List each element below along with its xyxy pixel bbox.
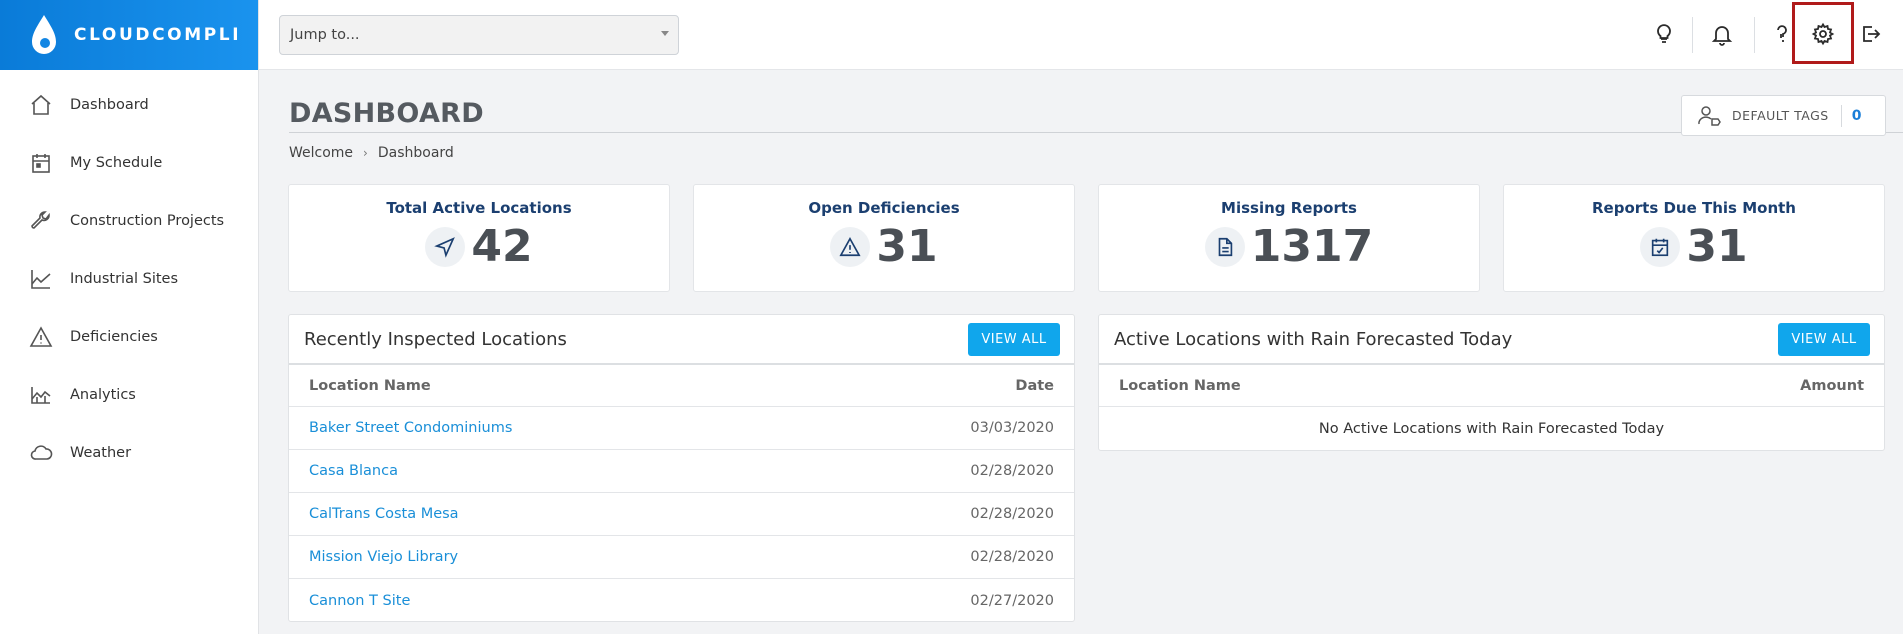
chevron-down-icon (661, 31, 669, 36)
empty-state-message: No Active Locations with Rain Forecasted… (1318, 420, 1665, 437)
view-all-rain-button[interactable]: VIEW ALL (1778, 322, 1870, 356)
sidebar-item-label: Construction Projects (70, 213, 225, 229)
stat-value: 1317 (1250, 221, 1374, 272)
inspection-date: 02/27/2020 (970, 592, 1054, 609)
breadcrumb: Welcome › Dashboard (289, 145, 454, 161)
jump-to-value: Jump to... (290, 27, 360, 43)
bell-icon[interactable] (1702, 14, 1742, 54)
sidebar-item-label: My Schedule (70, 155, 163, 171)
sidebar-item-industrial-sites[interactable]: Industrial Sites (0, 250, 258, 308)
warning-icon (28, 324, 54, 350)
lightbulb-icon[interactable] (1644, 14, 1684, 54)
toolbar-divider (1754, 17, 1755, 53)
document-icon (1204, 227, 1245, 267)
title-divider (289, 132, 1903, 133)
breadcrumb-dashboard: Dashboard (377, 145, 454, 161)
table-row: Cannon T Site 02/27/2020 (289, 579, 1074, 622)
chevron-right-icon: › (363, 146, 368, 160)
sidebar-item-construction-projects[interactable]: Construction Projects (0, 192, 258, 250)
table-row: Baker Street Condominiums 03/03/2020 (289, 407, 1074, 450)
stat-title: Total Active Locations (386, 199, 572, 217)
sidebar-item-weather[interactable]: Weather (0, 424, 258, 482)
table-row: Mission Viejo Library 02/28/2020 (289, 536, 1074, 579)
recent-locations-panel: Recently Inspected Locations VIEW ALL Lo… (288, 314, 1075, 622)
rain-forecast-panel: Active Locations with Rain Forecasted To… (1098, 314, 1885, 451)
location-link[interactable]: CalTrans Costa Mesa (309, 506, 459, 522)
stat-title: Missing Reports (1221, 199, 1357, 217)
home-icon (28, 92, 54, 118)
table-row: Casa Blanca 02/28/2020 (289, 450, 1074, 493)
stat-card-total-active-locations[interactable]: Total Active Locations 42 (288, 184, 670, 292)
table-header: Location Name Date (289, 365, 1074, 407)
stat-card-reports-due-this-month[interactable]: Reports Due This Month 31 (1503, 184, 1885, 292)
calendar-icon (28, 150, 54, 176)
column-header-amount[interactable]: Amount (1800, 378, 1864, 394)
toolbar-divider (1692, 17, 1693, 53)
location-link[interactable]: Baker Street Condominiums (309, 420, 512, 436)
breadcrumb-welcome[interactable]: Welcome (289, 145, 353, 161)
location-link[interactable]: Casa Blanca (309, 463, 398, 479)
sidebar-item-label: Weather (70, 445, 132, 461)
user-tag-icon (1698, 105, 1721, 126)
view-all-recent-button[interactable]: VIEW ALL (968, 322, 1060, 356)
sidebar: CLOUDCOMPLI Dashboard My Schedule Constr… (0, 0, 259, 634)
stat-title: Reports Due This Month (1592, 199, 1796, 217)
brand-name: CLOUDCOMPLI (74, 25, 242, 45)
default-tags-button[interactable]: DEFAULT TAGS 0 (1681, 95, 1886, 136)
sidebar-nav: Dashboard My Schedule Construction Proje… (0, 70, 258, 482)
sidebar-item-label: Deficiencies (70, 329, 158, 345)
main-content: DASHBOARD Welcome › Dashboard DEFAULT TA… (259, 70, 1903, 634)
factory-icon (28, 266, 54, 292)
page-title: DASHBOARD (289, 98, 484, 129)
sidebar-item-label: Dashboard (70, 97, 149, 113)
inspection-date: 03/03/2020 (970, 420, 1054, 436)
calendar-check-icon (1640, 227, 1681, 267)
gear-highlight-box (1792, 2, 1854, 64)
panel-title: Recently Inspected Locations (304, 328, 567, 350)
sidebar-item-analytics[interactable]: Analytics (0, 366, 258, 424)
sidebar-item-label: Analytics (70, 387, 136, 403)
sidebar-item-label: Industrial Sites (70, 271, 179, 287)
logout-icon[interactable] (1850, 14, 1890, 54)
inspection-date: 02/28/2020 (970, 549, 1054, 565)
brand-logo[interactable]: CLOUDCOMPLI (0, 0, 258, 70)
stat-card-open-deficiencies[interactable]: Open Deficiencies 31 (693, 184, 1075, 292)
sidebar-item-dashboard[interactable]: Dashboard (0, 76, 258, 134)
column-header-date[interactable]: Date (1015, 378, 1054, 394)
location-link[interactable]: Cannon T Site (309, 593, 410, 609)
default-tags-count: 0 (1851, 107, 1862, 124)
chart-icon (28, 382, 54, 408)
jump-to-select[interactable]: Jump to... (279, 15, 679, 55)
cloud-icon (28, 440, 54, 466)
table-row: CalTrans Costa Mesa 02/28/2020 (289, 493, 1074, 536)
column-header-location-name[interactable]: Location Name (309, 378, 431, 394)
sidebar-item-deficiencies[interactable]: Deficiencies (0, 308, 258, 366)
location-link[interactable]: Mission Viejo Library (309, 549, 458, 565)
stat-value: 42 (471, 221, 533, 272)
inspection-date: 02/28/2020 (970, 506, 1054, 522)
stat-card-missing-reports[interactable]: Missing Reports 1317 (1098, 184, 1480, 292)
sidebar-item-my-schedule[interactable]: My Schedule (0, 134, 258, 192)
stat-value: 31 (876, 221, 938, 272)
column-header-location-name[interactable]: Location Name (1119, 378, 1241, 394)
stat-value: 31 (1686, 221, 1748, 272)
warning-icon (830, 227, 871, 267)
wrench-icon (28, 208, 54, 234)
default-tags-label: DEFAULT TAGS (1732, 108, 1829, 123)
divider (1840, 104, 1842, 127)
droplet-logo-icon (32, 15, 56, 54)
navigation-arrow-icon (425, 227, 466, 267)
stat-title: Open Deficiencies (808, 199, 960, 217)
panel-title: Active Locations with Rain Forecasted To… (1114, 328, 1513, 350)
inspection-date: 02/28/2020 (970, 463, 1054, 479)
table-header: Location Name Amount (1099, 365, 1884, 407)
